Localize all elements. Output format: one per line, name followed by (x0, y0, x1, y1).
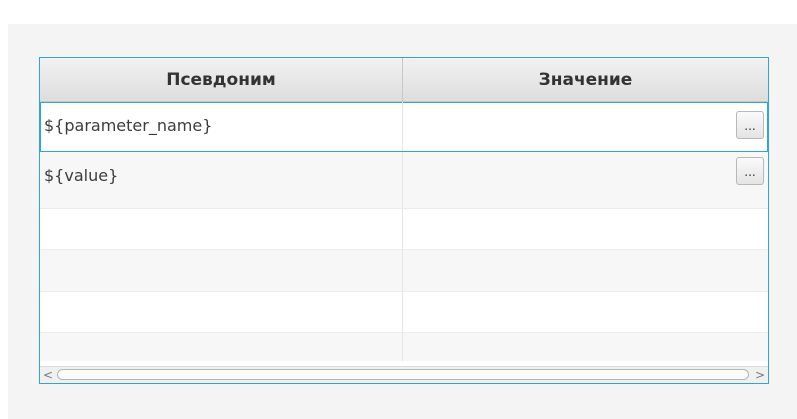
empty-cell (40, 333, 403, 361)
empty-cell (403, 209, 768, 249)
empty-cell (403, 333, 768, 361)
scroll-right-icon[interactable]: > (752, 367, 768, 383)
value-cell[interactable]: ... (403, 152, 768, 208)
empty-cell (403, 250, 768, 291)
empty-table-row (40, 250, 768, 292)
empty-table-row (40, 292, 768, 333)
parameters-table: Псевдоним Значение ${parameter_name} ...… (39, 57, 769, 384)
empty-table-row (40, 209, 768, 250)
table-row[interactable]: ${value} ... (40, 152, 768, 209)
column-header-value[interactable]: Значение (403, 58, 768, 101)
alias-cell[interactable]: ${value} (40, 152, 403, 208)
scrollbar-thumb[interactable] (57, 369, 749, 380)
horizontal-scrollbar[interactable]: < > (40, 366, 768, 383)
empty-cell (40, 292, 403, 332)
value-cell[interactable]: ... (403, 102, 768, 151)
alias-text: ${value} (44, 166, 119, 185)
table-row[interactable]: ${parameter_name} ... (40, 102, 768, 152)
empty-cell (403, 292, 768, 332)
browse-value-button[interactable]: ... (736, 111, 764, 139)
empty-table-row (40, 333, 768, 361)
alias-text: ${parameter_name} (44, 116, 213, 135)
empty-cell (40, 250, 403, 291)
table-body: ${parameter_name} ... ${value} ... (40, 102, 768, 361)
table-header: Псевдоним Значение (40, 58, 768, 102)
browse-value-button[interactable]: ... (736, 157, 764, 185)
empty-cell (40, 209, 403, 249)
alias-cell[interactable]: ${parameter_name} (40, 102, 403, 151)
column-header-alias[interactable]: Псевдоним (40, 58, 403, 101)
scroll-left-icon[interactable]: < (40, 367, 56, 383)
